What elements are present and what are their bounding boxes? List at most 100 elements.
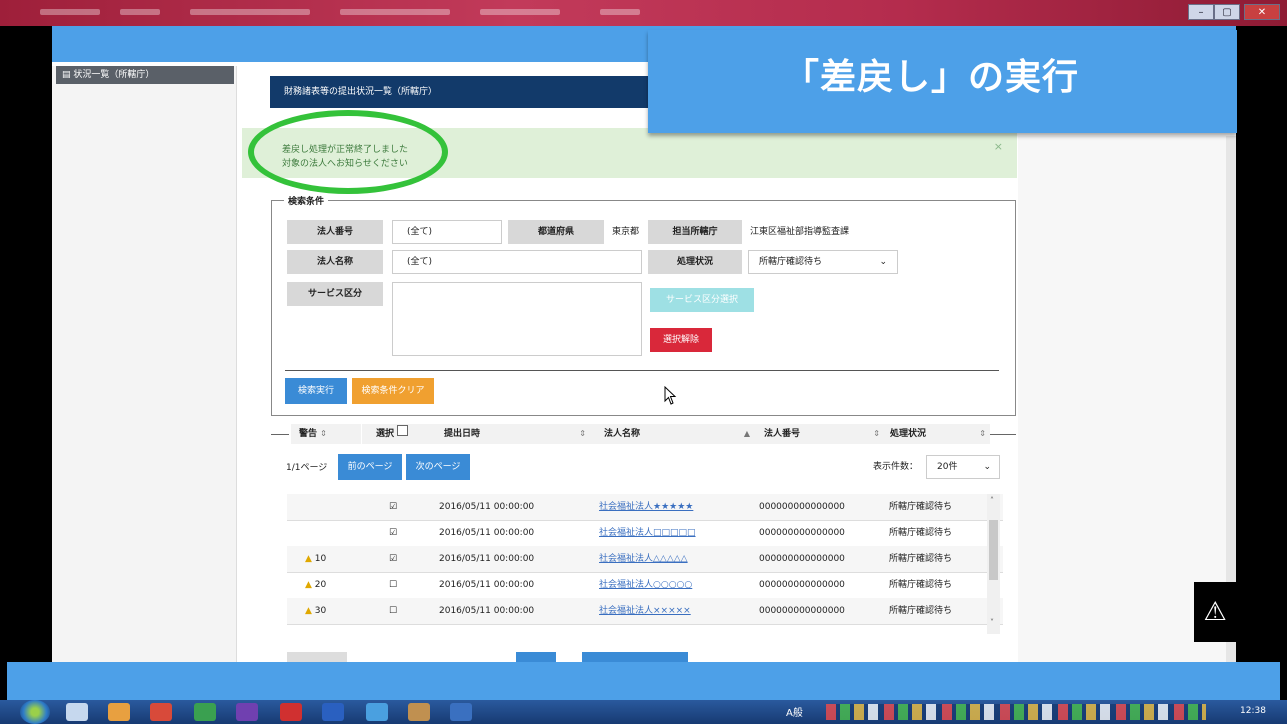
corp-number-label: 法人番号 [287,220,383,244]
taskbar-app-icon[interactable] [236,703,258,721]
ime-indicator[interactable]: A般 [786,704,803,719]
chevron-down-icon: ⌄ [983,462,991,472]
status-select-value: 所轄庁確認待ち [759,257,823,267]
service-list[interactable] [392,282,642,356]
right-border [1236,26,1287,700]
table-scrollbar[interactable]: ˄ ˅ [987,494,1000,634]
corp-number-cell: 000000000000000 [759,554,845,564]
title-text-blur [480,9,560,15]
bottom-band [7,662,1280,700]
corp-number-cell: 000000000000000 [759,606,845,616]
sidebar-item-status-list[interactable]: ▤ 状況一覧（所轄庁） [56,66,234,84]
corp-name-link[interactable]: 社会福祉法人△△△△△ [599,546,688,572]
taskbar-app-icon[interactable] [66,703,88,721]
column-header-status[interactable]: 処理状況 ⇕ [880,424,990,444]
close-window-button[interactable]: ✕ [1244,4,1280,20]
column-header-date[interactable]: 提出日時 ⇕ [430,424,594,444]
taskbar-app-icon[interactable] [108,703,130,721]
prefecture-label: 都道府県 [508,220,604,244]
warning-triangle-icon: ▲ [305,580,315,590]
authority-label: 担当所轄庁 [648,220,742,244]
warning-cell: ▲ 30 [305,606,327,616]
next-page-button[interactable]: 次のページ [406,454,470,480]
clear-selection-button[interactable]: 選択解除 [650,328,712,352]
taskbar-app-icon[interactable] [408,703,430,721]
taskbar-app-icon[interactable] [322,703,344,721]
divider [988,434,1016,435]
date-cell: 2016/05/11 00:00:00 [439,580,535,590]
scrollbar-thumb[interactable] [989,520,998,580]
corp-number-input[interactable]: (全て) [392,220,502,244]
callout-title: 「差戻し」の実行 [783,57,1080,98]
accessibility-icon[interactable]: ⚠ [1194,582,1236,642]
results-table: ☑ 2016/05/11 00:00:00 社会福祉法人★★★★★ 000000… [287,494,1003,634]
footer-element [287,652,347,662]
date-cell: 2016/05/11 00:00:00 [439,606,535,616]
sort-icon: ⇕ [979,429,986,438]
column-header-number[interactable]: 法人番号 ⇕ [750,424,884,444]
column-header-select[interactable]: 選択 [362,424,434,444]
taskbar-app-icon[interactable] [150,703,172,721]
column-label: 法人名称 [604,429,641,439]
divider [285,370,999,371]
start-button[interactable] [20,700,50,724]
column-label: 提出日時 [444,429,481,439]
row-checkbox[interactable]: ☐ [389,598,397,624]
table-row[interactable]: ☑ 2016/05/11 00:00:00 社会福祉法人□□□□□ 000000… [287,520,1003,547]
sort-icon: ⇕ [873,429,880,438]
service-label: サービス区分 [287,282,383,306]
corp-name-input[interactable]: (全て) [392,250,642,274]
taskbar-app-icon[interactable] [194,703,216,721]
warning-triangle-icon: ▲ [305,606,315,616]
footer-button[interactable] [582,652,688,662]
column-header-warning[interactable]: 警告 ⇕ [291,424,361,444]
row-checkbox[interactable]: ☑ [389,520,397,546]
footer-button[interactable] [516,652,556,662]
search-reset-button[interactable]: 検索条件クリア [352,378,434,404]
taskbar-app-icon[interactable] [366,703,388,721]
divider [271,434,289,435]
chevron-down-icon[interactable]: ˅ [990,618,994,627]
authority-value: 江東区福祉部指導監査課 [750,227,850,237]
table-row[interactable]: ▲ 20 ☐ 2016/05/11 00:00:00 社会福祉法人○○○○○ 0… [287,572,1003,599]
list-icon: ▤ [62,70,74,80]
status-select[interactable]: 所轄庁確認待ち ⌄ [748,250,898,274]
count-label: 表示件数： [873,462,919,472]
title-text-blur [40,9,100,15]
corp-name-link[interactable]: 社会福祉法人□□□□□ [599,520,696,546]
table-row[interactable]: ☑ 2016/05/11 00:00:00 社会福祉法人★★★★★ 000000… [287,494,1003,521]
warning-cell: ▲ 10 [305,554,327,564]
date-cell: 2016/05/11 00:00:00 [439,502,535,512]
search-execute-button[interactable]: 検索実行 [285,378,347,404]
window-titlebar: – ▢ ✕ [0,0,1287,26]
prev-page-button[interactable]: 前のページ [338,454,402,480]
minimize-button[interactable]: – [1188,4,1214,20]
title-text-blur [340,9,450,15]
count-select[interactable]: 20件 ⌄ [926,455,1000,479]
row-checkbox[interactable]: ☑ [389,494,397,520]
status-cell: 所轄庁確認待ち [889,580,953,590]
corp-name-link[interactable]: 社会福祉法人○○○○○ [599,572,692,598]
taskbar-app-icon[interactable] [450,703,472,721]
clock[interactable]: 12:38 [1240,706,1266,716]
chevron-up-icon[interactable]: ˄ [990,496,994,505]
warning-triangle-icon: ▲ [305,554,315,564]
corp-name-link[interactable]: 社会福祉法人★★★★★ [599,494,693,520]
corp-name-link[interactable]: 社会福祉法人××××× [599,598,691,624]
system-tray-icons[interactable] [826,704,1206,720]
sort-icon: ⇕ [320,429,327,438]
table-row[interactable]: ▲ 30 ☐ 2016/05/11 00:00:00 社会福祉法人××××× 0… [287,598,1003,625]
sidebar [52,66,237,662]
column-header-name[interactable]: 法人名称 ▲ [590,424,754,444]
page-indicator: 1/1ページ [286,463,328,473]
row-checkbox[interactable]: ☑ [389,546,397,572]
panel-title: 財務諸表等の提出状況一覧（所轄庁） [270,76,650,108]
select-all-checkbox[interactable] [397,425,409,436]
date-cell: 2016/05/11 00:00:00 [439,528,535,538]
table-row[interactable]: ▲ 10 ☑ 2016/05/11 00:00:00 社会福祉法人△△△△△ 0… [287,546,1003,573]
taskbar-app-icon[interactable] [280,703,302,721]
close-icon[interactable]: × [994,140,1003,153]
row-checkbox[interactable]: ☐ [389,572,397,598]
maximize-button[interactable]: ▢ [1214,4,1240,20]
service-select-button[interactable]: サービス区分選択 [650,288,754,312]
